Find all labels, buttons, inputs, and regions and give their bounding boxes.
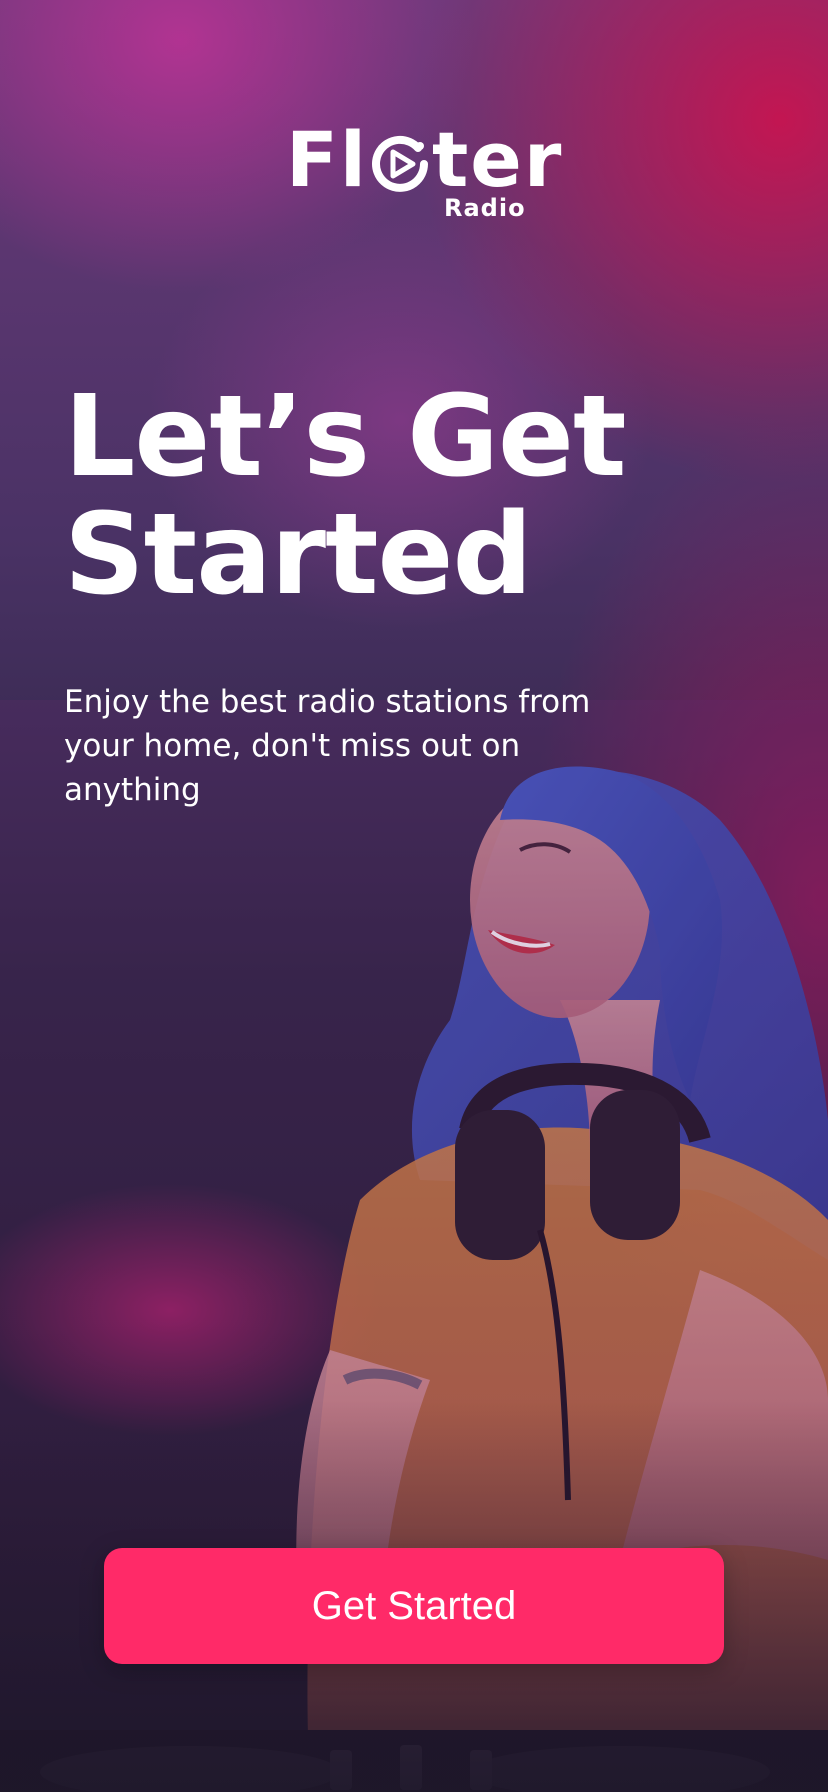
brand-wordmark: Fl ter (286, 120, 563, 200)
dj-hero-illustration (0, 700, 828, 1792)
get-started-button[interactable]: Get Started (104, 1548, 724, 1664)
onboarding-screen: Fl ter Radio Let’s Get Started Enjoy the… (0, 0, 828, 1792)
shirt (307, 1127, 828, 1792)
brand-name-start: Fl (286, 115, 368, 204)
brand-logo: Fl ter Radio (0, 120, 828, 230)
title-line-1: Let’s Get (64, 372, 627, 502)
title-line-2: Started (64, 490, 533, 620)
onboarding-description: Enjoy the best radio stations from your … (64, 684, 591, 808)
hair-back (411, 770, 828, 1260)
headphones-right-cup (590, 1090, 680, 1240)
brand-name-end: ter (431, 115, 564, 204)
brand-subtitle: Radio (444, 194, 526, 222)
face (470, 782, 650, 1018)
eye (519, 842, 572, 854)
mouth (488, 930, 555, 954)
headphones-band (459, 1062, 711, 1144)
page-title: Let’s Get Started (64, 378, 764, 614)
dj-deck (0, 1730, 828, 1792)
right-arm (620, 1270, 828, 1560)
neck (560, 1000, 660, 1150)
headphones-left-cup (455, 1110, 545, 1260)
hair-front (500, 766, 723, 1100)
play-circle-icon (372, 135, 428, 192)
